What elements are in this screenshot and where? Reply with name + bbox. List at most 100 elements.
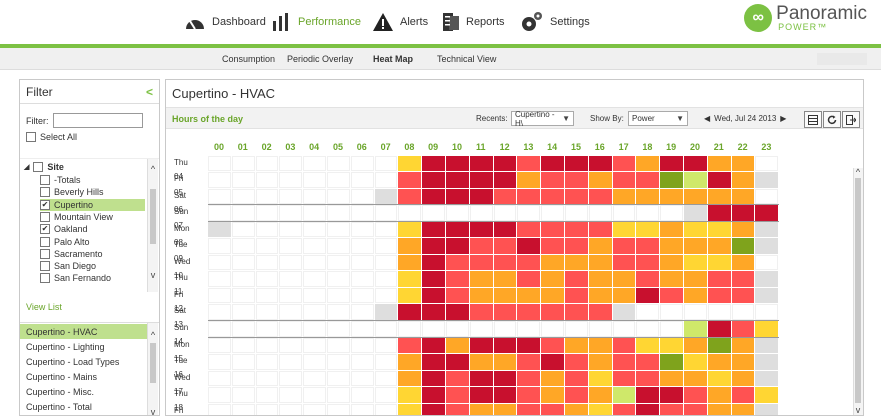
heatmap-cell[interactable] [350,321,374,337]
heatmap-cell[interactable] [398,172,422,188]
heatmap-cell[interactable] [541,337,564,354]
heatmap-cell[interactable] [731,205,755,221]
heatmap-cell[interactable] [279,172,303,188]
heatmap-cell[interactable] [350,403,374,415]
heatmap-cell[interactable] [374,403,398,415]
heatmap-cell[interactable] [208,221,231,238]
heatmap-cell[interactable] [636,254,660,271]
heatmap-cell[interactable] [731,155,755,172]
heatmap-cell[interactable] [279,287,303,304]
heatmap-cell[interactable] [517,321,541,337]
heatmap-cell[interactable] [660,337,683,354]
heatmap-cell[interactable] [541,271,564,287]
view-list-item[interactable]: Cupertino - Mains [20,369,148,384]
heatmap-cell[interactable] [327,271,350,287]
heatmap-cell[interactable] [350,172,374,188]
heatmap-cell[interactable] [755,321,779,337]
scroll-up-icon[interactable]: ^ [148,331,158,340]
site-checkbox[interactable] [40,261,50,272]
heatmap-cell[interactable] [374,155,398,172]
heatmap-cell[interactable] [208,403,231,415]
heatmap-cell[interactable] [707,321,731,337]
heatmap-cell[interactable] [684,403,707,415]
heatmap-cell[interactable] [327,370,350,387]
heatmap-cell[interactable] [755,287,779,304]
heatmap-cell[interactable] [684,254,707,271]
heatmap-cell[interactable] [398,403,422,415]
site-item[interactable]: Mountain View [40,211,113,223]
heatmap-cell[interactable] [707,155,731,172]
heatmap-cell[interactable] [422,387,445,403]
refresh-button[interactable] [823,111,841,128]
heatmap-cell[interactable] [684,354,707,370]
heatmap-cell[interactable] [612,238,636,254]
heatmap-cell[interactable] [541,172,564,188]
heatmap-cell[interactable] [565,221,588,238]
heatmap-cell[interactable] [707,337,731,354]
heatmap-cell[interactable] [303,172,326,188]
filter-input[interactable] [52,113,143,128]
heatmap-cell[interactable] [588,321,612,337]
heatmap-cell[interactable] [684,304,707,320]
heatmap-cell[interactable] [612,188,636,205]
heatmap-cell[interactable] [660,387,683,403]
heatmap-cell[interactable] [208,304,231,320]
site-checkbox[interactable] [40,187,50,198]
select-all-checkbox[interactable] [26,132,36,142]
heatmap-cell[interactable] [588,370,612,387]
heatmap-cell[interactable] [517,205,541,221]
heatmap-cell[interactable] [707,287,731,304]
heatmap-cell[interactable] [255,221,279,238]
heatmap-cell[interactable] [588,221,612,238]
heatmap-cell[interactable] [446,205,469,221]
heatmap-cell[interactable] [588,403,612,415]
heatmap-cell[interactable] [493,271,517,287]
heatmap-cell[interactable] [422,172,445,188]
heatmap-cell[interactable] [660,172,683,188]
heatmap-cell[interactable] [565,387,588,403]
heatmap-cell[interactable] [612,403,636,415]
heatmap-cell[interactable] [565,337,588,354]
heatmap-cell[interactable] [469,155,493,172]
heatmap-cell[interactable] [398,221,422,238]
heatmap-cell[interactable] [279,221,303,238]
heatmap-cell[interactable] [303,354,326,370]
heatmap-cell[interactable] [422,271,445,287]
site-tree-root[interactable]: ◢ Site [24,161,64,173]
heatmap-cell[interactable] [565,304,588,320]
heatmap-cell[interactable] [755,205,779,221]
heatmap-cell[interactable] [493,155,517,172]
heatmap-cell[interactable] [684,188,707,205]
heatmap-cell[interactable] [303,221,326,238]
heatmap-cell[interactable] [422,254,445,271]
heatmap-cell[interactable] [755,271,779,287]
scroll-thumb[interactable] [855,178,861,403]
heatmap-cell[interactable] [255,271,279,287]
heatmap-cell[interactable] [327,254,350,271]
heatmap-cell[interactable] [279,271,303,287]
heatmap-cell[interactable] [255,321,279,337]
heatmap-cell[interactable] [588,155,612,172]
heatmap-cell[interactable] [731,354,755,370]
heatmap-cell[interactable] [469,205,493,221]
heatmap-cell[interactable] [350,188,374,205]
heatmap-cell[interactable] [422,205,445,221]
heatmap-cell[interactable] [707,271,731,287]
heatmap-cell[interactable] [374,254,398,271]
heatmap-cell[interactable] [636,271,660,287]
heatmap-cell[interactable] [588,188,612,205]
heatmap-cell[interactable] [446,188,469,205]
heatmap-cell[interactable] [660,304,683,320]
heatmap-cell[interactable] [279,188,303,205]
heatmap-cell[interactable] [541,205,564,221]
heatmap-cell[interactable] [517,337,541,354]
heatmap-cell[interactable] [208,287,231,304]
site-item[interactable]: ✔ Oakland [40,223,88,235]
heatmap-cell[interactable] [303,188,326,205]
scroll-down-icon[interactable]: v [853,406,863,415]
view-list-item[interactable]: Cupertino - Misc. [20,384,148,399]
heatmap-cell[interactable] [755,354,779,370]
heatmap-cell[interactable] [303,387,326,403]
site-checkbox[interactable] [40,273,50,284]
heatmap-cell[interactable] [636,337,660,354]
